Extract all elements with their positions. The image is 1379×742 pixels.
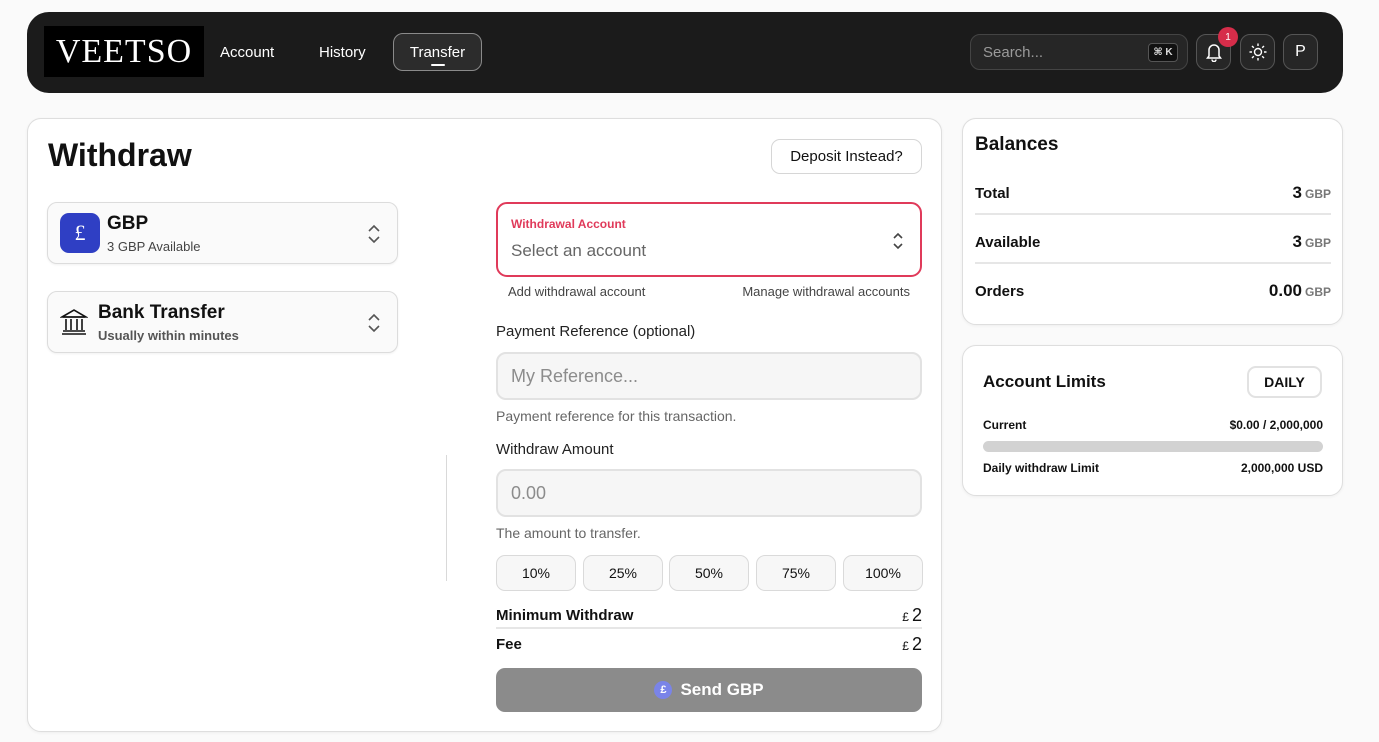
balance-unit: GBP <box>1304 187 1331 201</box>
currency-available: 3 GBP Available <box>107 239 201 254</box>
avatar[interactable]: P <box>1283 34 1318 70</box>
deposit-instead-button[interactable]: Deposit Instead? <box>771 139 922 174</box>
send-gbp-button[interactable]: £ Send GBP <box>496 668 922 712</box>
balance-label: Total <box>975 185 1010 202</box>
withdrawal-account-select[interactable]: Withdrawal Account Select an account <box>496 202 922 277</box>
withdrawal-account-label: Withdrawal Account <box>511 217 626 231</box>
account-limits-panel: Account Limits DAILY Current $0.00 / 2,0… <box>962 345 1343 496</box>
top-nav-bar: VEETSO Account History Transfer Search..… <box>27 12 1343 93</box>
daily-limit-row: Daily withdraw Limit 2,000,000 USD <box>983 461 1323 475</box>
minimum-withdraw-value: 2 <box>911 605 922 625</box>
balance-row-available: Available 3 GBP <box>975 232 1331 256</box>
page-title: Withdraw <box>48 137 192 173</box>
method-selector[interactable]: Bank Transfer Usually within minutes <box>47 291 398 353</box>
percent-50-button[interactable]: 50% <box>669 555 749 591</box>
reference-placeholder: My Reference... <box>511 365 639 386</box>
period-daily-button[interactable]: DAILY <box>1247 366 1322 398</box>
amount-helper: The amount to transfer. <box>496 525 641 541</box>
search-shortcut: ⌘ K <box>1148 43 1178 62</box>
percent-75-button[interactable]: 75% <box>756 555 836 591</box>
currency-code: GBP <box>107 213 149 234</box>
reference-label: Payment Reference (optional) <box>496 323 696 340</box>
fee-label: Fee <box>496 636 522 653</box>
withdraw-panel: Withdraw Deposit Instead? £ GBP 3 GBP Av… <box>27 118 942 732</box>
notifications-button[interactable]: 1 <box>1196 27 1238 70</box>
percent-25-button[interactable]: 25% <box>583 555 663 591</box>
balance-row-total: Total 3 GBP <box>975 183 1331 207</box>
percent-100-button[interactable]: 100% <box>843 555 923 591</box>
avatar-initial: P <box>1295 43 1306 60</box>
amount-placeholder: 0.00 <box>511 482 547 503</box>
limits-title: Account Limits <box>983 372 1106 391</box>
search-input[interactable]: Search... ⌘ K <box>970 34 1188 70</box>
balance-unit: GBP <box>1304 285 1331 299</box>
column-divider <box>446 455 447 581</box>
fee-row: Fee £2 <box>496 634 922 660</box>
balance-value: 3 <box>1292 183 1302 202</box>
row-divider <box>496 627 922 629</box>
balance-unit: GBP <box>1304 236 1331 250</box>
pound-icon: £ <box>60 213 100 253</box>
limit-progress-bar <box>983 441 1323 452</box>
amount-input[interactable]: 0.00 <box>496 469 922 517</box>
chevron-updown-icon <box>368 224 380 244</box>
balance-row-orders: Orders 0.00 GBP <box>975 281 1331 305</box>
currency-selector[interactable]: £ GBP 3 GBP Available <box>47 202 398 264</box>
withdrawal-account-value: Select an account <box>511 241 647 260</box>
method-title: Bank Transfer <box>98 302 225 323</box>
logo[interactable]: VEETSO <box>44 26 204 77</box>
daily-limit-value: 2,000,000 USD <box>1240 461 1323 475</box>
nav-transfer[interactable]: Transfer <box>393 33 482 71</box>
minimum-currency-symbol: £ <box>902 610 909 624</box>
notification-badge: 1 <box>1218 27 1238 47</box>
chevron-updown-icon <box>893 232 903 250</box>
pound-coin-icon: £ <box>654 681 673 699</box>
reference-helper: Payment reference for this transaction. <box>496 408 737 424</box>
nav-history[interactable]: History <box>319 33 366 71</box>
fee-value: 2 <box>911 634 922 654</box>
row-divider <box>975 262 1331 264</box>
balance-label: Available <box>975 234 1041 251</box>
fee-currency-symbol: £ <box>902 639 909 653</box>
balance-value: 3 <box>1292 232 1302 251</box>
balance-label: Orders <box>975 283 1025 300</box>
reference-input[interactable]: My Reference... <box>496 352 922 400</box>
amount-label: Withdraw Amount <box>496 441 614 458</box>
balance-value: 0.00 <box>1268 281 1302 300</box>
add-withdrawal-account-link[interactable]: Add withdrawal account <box>508 284 645 299</box>
balances-title: Balances <box>975 134 1059 155</box>
nav-account[interactable]: Account <box>220 33 274 71</box>
send-button-label: Send GBP <box>680 680 764 699</box>
current-label: Current <box>983 418 1027 432</box>
chevron-updown-icon <box>368 313 380 333</box>
balances-panel: Balances Total 3 GBP Available 3 GBP Order… <box>962 118 1343 325</box>
manage-withdrawal-accounts-link[interactable]: Manage withdrawal accounts <box>742 284 910 299</box>
minimum-withdraw-label: Minimum Withdraw <box>496 607 634 624</box>
search-placeholder: Search... <box>983 43 1044 61</box>
method-subtitle: Usually within minutes <box>98 328 239 343</box>
daily-limit-label: Daily withdraw Limit <box>983 461 1100 475</box>
bank-icon <box>60 309 88 335</box>
current-limit-row: Current $0.00 / 2,000,000 <box>983 418 1323 432</box>
row-divider <box>975 213 1331 215</box>
theme-toggle-button[interactable] <box>1240 34 1275 70</box>
sun-icon <box>1249 43 1266 61</box>
bell-icon <box>1205 44 1222 62</box>
percent-10-button[interactable]: 10% <box>496 555 576 591</box>
current-value: $0.00 / 2,000,000 <box>1229 418 1323 432</box>
